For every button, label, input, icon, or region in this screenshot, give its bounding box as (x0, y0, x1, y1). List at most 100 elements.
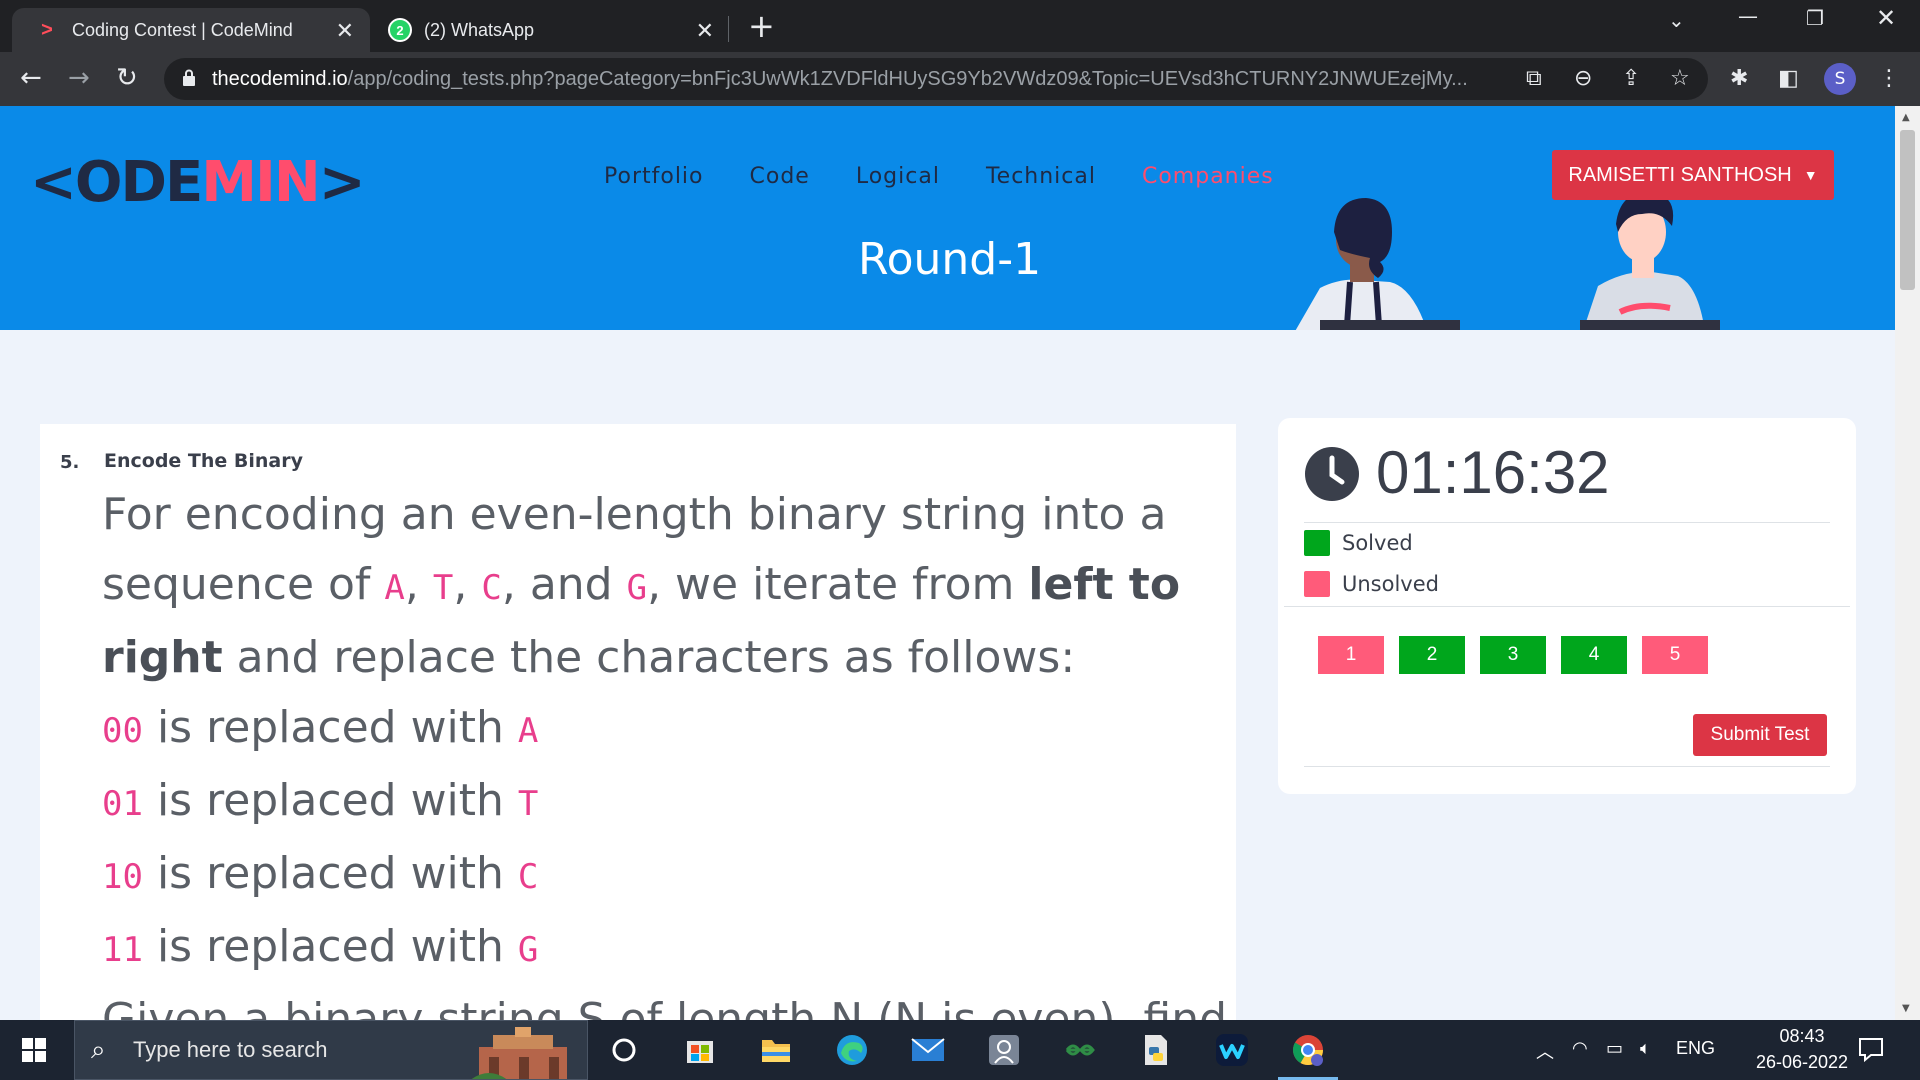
volume-icon[interactable]: 🔈︎ (1640, 1038, 1651, 1059)
legend-label: Solved (1342, 531, 1413, 555)
battery-icon[interactable]: ▭ (1606, 1038, 1623, 1059)
side-panel-icon[interactable]: ◧ (1778, 66, 1799, 91)
tab-whatsapp[interactable]: 2 (2) WhatsApp ✕ (378, 8, 730, 52)
rule-line: 00 is replaced with A (102, 693, 1212, 766)
mail-icon[interactable] (906, 1028, 950, 1072)
legend-unsolved: Unsolved (1304, 571, 1439, 597)
whatsapp-icon: 2 (388, 18, 412, 42)
nav-technical[interactable]: Technical (986, 164, 1096, 189)
scroll-thumb[interactable] (1900, 130, 1915, 290)
unsolved-swatch (1304, 571, 1330, 597)
countdown-timer: 01:16:32 (1376, 439, 1610, 506)
taskbar-date[interactable]: 26-06-2022 (1734, 1052, 1870, 1073)
divider (1304, 522, 1830, 523)
logo-suffix: > (318, 150, 366, 215)
windows-taskbar: ⌕ Type here to search ︿ ◠ ▭ � (0, 1020, 1920, 1080)
rule-code: 11 (102, 930, 143, 970)
url-host: thecodemind.io (212, 68, 348, 90)
forward-icon[interactable]: → (68, 62, 90, 94)
new-tab-icon[interactable]: + (748, 8, 775, 44)
search-placeholder: Type here to search (133, 1037, 328, 1062)
question-number: 5. (60, 452, 80, 473)
menu-icon[interactable]: ⋮ (1878, 66, 1900, 91)
scroll-up-icon[interactable]: ▲ (1902, 112, 1910, 123)
code-letter-c: C (481, 568, 502, 608)
geeksforgeeks-icon[interactable] (1058, 1028, 1102, 1072)
close-tab-icon[interactable]: ✕ (336, 18, 354, 44)
input-language[interactable]: ENG (1676, 1038, 1715, 1059)
intro-text: and replace the characters as follows: (222, 632, 1076, 683)
zoom-icon[interactable]: ⊖ (1574, 66, 1592, 91)
chrome-icon[interactable] (1278, 1028, 1338, 1080)
rule-code: 00 (102, 711, 143, 751)
file-explorer-icon[interactable] (754, 1028, 798, 1072)
reload-icon[interactable]: ↻ (116, 62, 138, 94)
logo-accent: MIN (201, 150, 320, 215)
page-scrollbar[interactable]: ▲ ▼ (1895, 106, 1920, 1020)
question-button-2[interactable]: 2 (1399, 636, 1465, 674)
search-highlight-illustration (471, 1027, 567, 1079)
people-app-icon[interactable] (982, 1028, 1026, 1072)
windows-start-icon[interactable] (22, 1038, 46, 1062)
intro-bold: right (102, 632, 223, 683)
close-window-icon[interactable]: ✕ (1876, 4, 1896, 32)
browser-tab-bar: > Coding Contest | CodeMind ✕ 2 (2) What… (0, 0, 1920, 52)
rule-text: is replaced with (142, 921, 518, 972)
test-status-card: 01:16:32 Solved Unsolved 1 2 3 4 5 Submi… (1278, 418, 1856, 794)
show-hidden-icons-icon[interactable]: ︿ (1536, 1038, 1554, 1064)
wifi-icon[interactable]: ◠ (1572, 1038, 1588, 1059)
question-button-3[interactable]: 3 (1480, 636, 1546, 674)
main-nav: Portfolio Code Logical Technical Compani… (604, 164, 1274, 189)
rule-text: is replaced with (142, 848, 518, 899)
rule-line: 10 is replaced with C (102, 839, 1212, 912)
codemind-logo[interactable]: <ODEMIN> (30, 150, 366, 215)
code-letter-t: T (432, 568, 454, 608)
cortana-icon[interactable] (602, 1028, 646, 1072)
question-button-1[interactable]: 1 (1318, 636, 1384, 674)
nav-logical[interactable]: Logical (856, 164, 940, 189)
taskbar-time[interactable]: 08:43 (1760, 1026, 1844, 1047)
share-icon[interactable]: ⇪ (1622, 66, 1640, 91)
submit-test-button[interactable]: Submit Test (1693, 714, 1827, 756)
address-bar[interactable]: thecodemind.io/app/coding_tests.php?page… (164, 58, 1708, 100)
profile-avatar[interactable]: S (1824, 63, 1856, 95)
nav-portfolio[interactable]: Portfolio (604, 164, 704, 189)
python-file-icon[interactable] (1134, 1028, 1178, 1072)
edge-icon[interactable] (830, 1028, 874, 1072)
nav-companies[interactable]: Companies (1142, 164, 1274, 189)
rule-letter: A (517, 711, 539, 751)
lock-icon (183, 69, 195, 86)
taskbar-search-box[interactable]: ⌕ Type here to search (74, 1020, 588, 1080)
divider (1304, 766, 1830, 767)
notifications-icon[interactable] (1858, 1036, 1884, 1062)
nav-code[interactable]: Code (750, 164, 810, 189)
browser-toolbar: ← → ↻ thecodemind.io/app/coding_tests.ph… (0, 52, 1920, 106)
whatsapp-badge: 2 (396, 22, 404, 38)
question-card: 5. Encode The Binary For encoding an eve… (40, 424, 1236, 1024)
open-in-app-icon[interactable]: ⧉ (1526, 66, 1542, 91)
extensions-icon[interactable]: ✱ (1730, 66, 1748, 91)
scroll-down-icon[interactable]: ▼ (1902, 1003, 1910, 1014)
rule-letter: G (517, 930, 539, 970)
question-button-5[interactable]: 5 (1642, 636, 1708, 674)
code-letter-a: A (384, 568, 405, 608)
rule-text: is replaced with (142, 775, 518, 826)
tab-search-chevron-icon[interactable]: ⌄ (1668, 8, 1685, 32)
solved-swatch (1304, 530, 1330, 556)
tab-codemind[interactable]: > Coding Contest | CodeMind ✕ (12, 8, 370, 52)
rule-code: 10 (102, 857, 143, 897)
back-icon[interactable]: ← (20, 62, 42, 94)
tab-title: Coding Contest | CodeMind (72, 19, 293, 40)
webex-icon[interactable] (1210, 1028, 1254, 1072)
intro-bold: left to (1028, 559, 1181, 610)
microsoft-store-icon[interactable] (678, 1028, 722, 1072)
question-button-4[interactable]: 4 (1561, 636, 1627, 674)
close-tab-icon[interactable]: ✕ (696, 18, 714, 44)
minimize-icon[interactable]: — (1738, 4, 1758, 28)
bookmark-star-icon[interactable]: ☆ (1670, 66, 1690, 91)
url-path: /app/coding_tests.php?pageCategory=bnFjc… (347, 68, 1468, 90)
restore-icon[interactable]: ❐ (1806, 6, 1824, 30)
logo-prefix: <ODE (30, 150, 203, 215)
rule-letter: T (517, 784, 539, 824)
user-menu-button[interactable]: RAMISETTI SANTHOSH ▼ (1552, 150, 1834, 200)
